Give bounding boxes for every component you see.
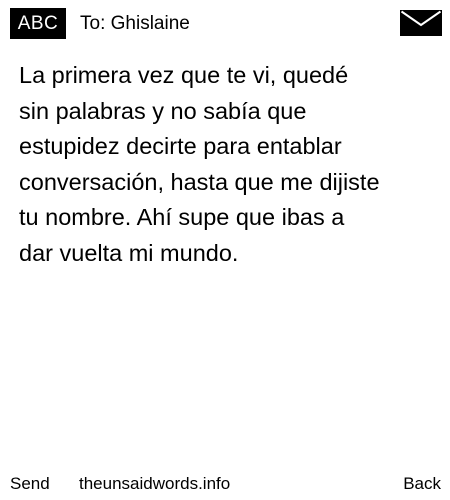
recipient-label: To: Ghislaine	[80, 13, 190, 34]
send-button[interactable]: Send	[10, 470, 50, 498]
input-mode-badge[interactable]: ABC	[10, 8, 66, 39]
envelope-icon	[400, 10, 442, 36]
message-body: La primera vez que te vi, quedé sin pala…	[19, 62, 380, 266]
site-credit: theunsaidwords.info	[79, 474, 231, 493]
back-button[interactable]: Back	[403, 470, 441, 498]
header-bar: ABC To: Ghislaine	[0, 0, 450, 46]
footer-bar: Send theunsaidwords.info Back	[0, 470, 450, 498]
